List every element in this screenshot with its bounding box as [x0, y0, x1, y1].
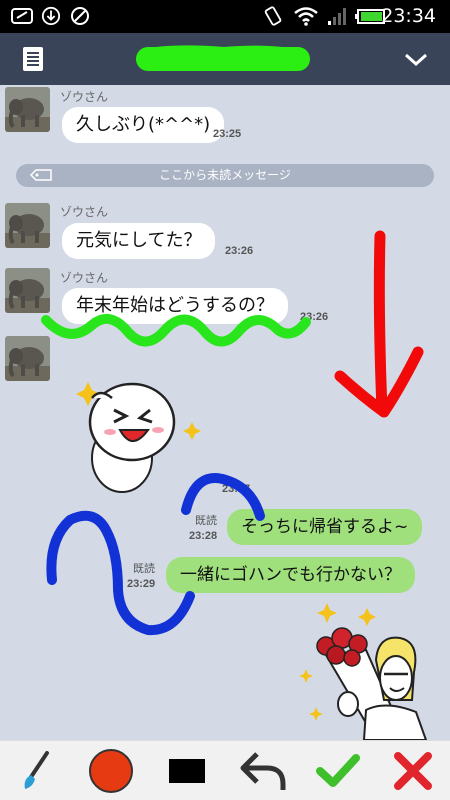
- rectangle-icon: [169, 759, 205, 783]
- rotate-icon: [264, 6, 282, 26]
- color-swatch: [89, 749, 133, 793]
- notification-icon: [11, 8, 33, 24]
- avatar[interactable]: [5, 203, 50, 248]
- sender-name: ゾウさん: [60, 271, 109, 285]
- wifi-icon: [294, 7, 318, 26]
- notes-icon[interactable]: [22, 46, 44, 72]
- message-bubble[interactable]: 年末年始はどうするの？: [62, 288, 288, 324]
- color-picker[interactable]: [81, 741, 141, 800]
- brush-icon: [24, 751, 49, 789]
- message-time: 23:26: [225, 245, 254, 257]
- message-time: 23:26: [300, 311, 329, 323]
- message-time: 23:28: [189, 530, 218, 542]
- read-receipt: 既読: [133, 563, 155, 575]
- sender-name: ゾウさん: [60, 205, 109, 219]
- shape-tool[interactable]: [157, 741, 217, 800]
- status-bar: 23:34: [0, 0, 450, 33]
- cancel-button[interactable]: [383, 741, 443, 800]
- undo-icon: [240, 752, 286, 790]
- download-icon: [41, 6, 61, 26]
- sender-name: ゾウさん: [60, 90, 109, 104]
- message-time: 23:25: [213, 128, 242, 140]
- moon-face-sticker[interactable]: [64, 368, 214, 498]
- message-bubble[interactable]: 一緒にゴハンでも行かない？: [166, 557, 415, 593]
- message-time: 23:29: [127, 578, 156, 590]
- redacted-chat-title: [136, 45, 310, 71]
- read-receipt: 既読: [195, 515, 217, 527]
- chat-log[interactable]: ゾウさん 久しぶり(*^^*) 23:25 ここから未読メッセージ ゾウさん 元…: [0, 85, 450, 740]
- brush-tool[interactable]: [6, 741, 66, 800]
- avatar[interactable]: [5, 336, 50, 381]
- close-icon: [394, 752, 432, 790]
- message-bubble[interactable]: 久しぶり(*^^*): [62, 107, 225, 143]
- signal-icon: [328, 8, 346, 25]
- check-icon: [316, 754, 360, 787]
- avatar[interactable]: [5, 268, 50, 313]
- chevron-down-icon[interactable]: [402, 47, 430, 71]
- drawing-toolbar: [0, 740, 450, 800]
- message-bubble[interactable]: そっちに帰省するよ~: [227, 509, 423, 545]
- blocked-icon: [71, 7, 89, 25]
- message-time: 23:27: [222, 483, 251, 495]
- tag-icon: [30, 169, 52, 181]
- clock: 23:34: [381, 5, 436, 27]
- message-bubble[interactable]: 元気にしてた？: [62, 223, 216, 259]
- avatar[interactable]: [5, 87, 50, 132]
- undo-button[interactable]: [233, 741, 293, 800]
- chat-header: [0, 33, 450, 85]
- unread-divider-label: ここから未読メッセージ: [159, 168, 291, 182]
- unread-divider: ここから未読メッセージ: [16, 164, 434, 187]
- confirm-button[interactable]: [308, 741, 368, 800]
- flower-bouquet-sticker[interactable]: [296, 600, 450, 740]
